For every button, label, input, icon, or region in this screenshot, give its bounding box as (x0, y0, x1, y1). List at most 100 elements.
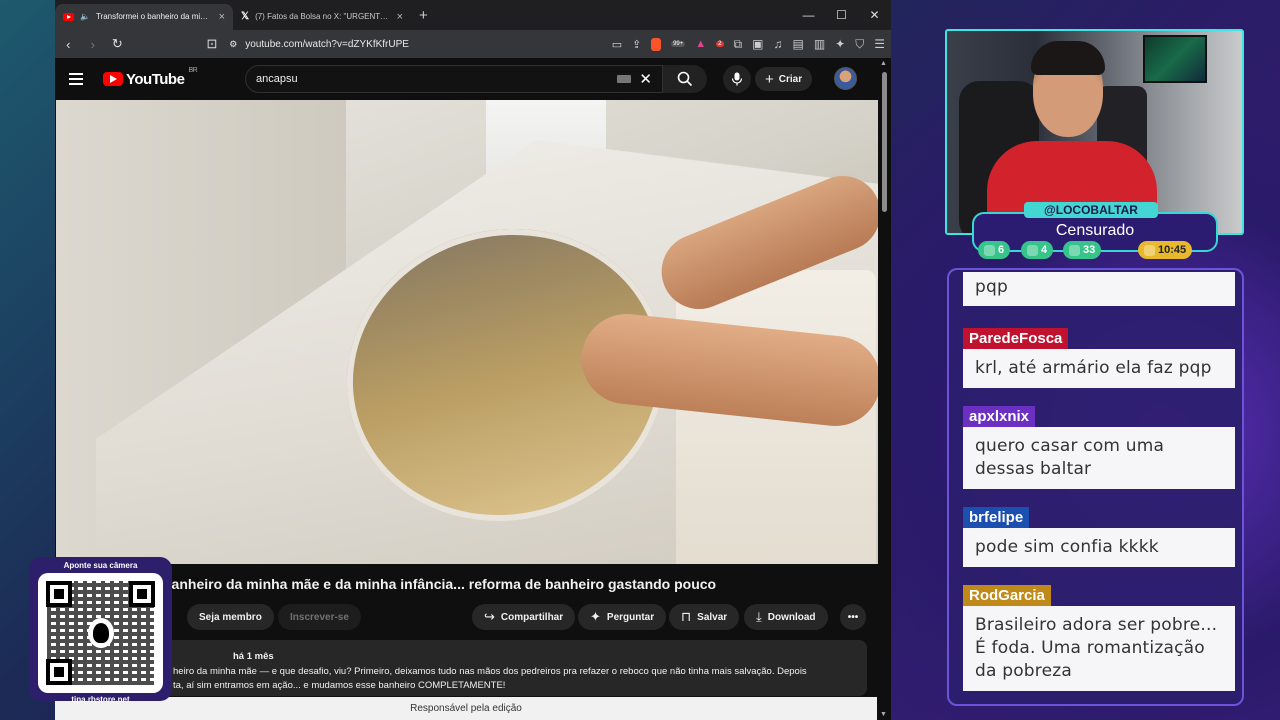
stat-clock: 10:45 (1138, 241, 1193, 259)
ask-label: Perguntar (606, 611, 655, 623)
wallet-icon[interactable]: ▥ (814, 37, 825, 51)
qr-finder (46, 659, 72, 685)
qr-code (38, 573, 163, 693)
search-value: ancapsu (256, 73, 298, 85)
qr-finder (129, 581, 155, 607)
chat-message: ParedeFosca krl, até armário ela faz pqp (963, 328, 1235, 388)
hamburger-menu-icon[interactable] (69, 73, 83, 85)
description-line: heiro da minha mãe — e que desafio, viu?… (173, 666, 807, 677)
menu-icon[interactable]: ☰ (874, 37, 885, 51)
reload-icon[interactable]: ↻ (110, 36, 125, 52)
youtube-logo-text: YouTube (126, 70, 185, 88)
more-actions-button[interactable]: ••• (840, 604, 866, 630)
tab-x[interactable]: 𝕏 (7) Fatos da Bolsa no X: "URGENTE: Aca… (233, 4, 411, 30)
stream-status: Censurado (1055, 222, 1135, 239)
plus-icon: + (765, 70, 774, 88)
youtube-play-icon (103, 72, 123, 86)
create-button[interactable]: + Criar (755, 67, 813, 91)
brave-shields-icon[interactable] (651, 37, 662, 51)
site-settings-icon[interactable]: ⚙ (229, 39, 237, 50)
chat-text: pqp (963, 272, 1235, 306)
close-icon[interactable]: ✕ (858, 0, 891, 30)
forward-icon[interactable]: › (86, 37, 101, 52)
more-icon: ••• (847, 611, 859, 623)
download-button[interactable]: ⤓ Download (744, 604, 828, 630)
stat-value: 10:45 (1158, 244, 1187, 256)
scrollbar-thumb[interactable] (882, 72, 887, 212)
audio-icon[interactable]: 🔈 (80, 12, 90, 21)
search-button[interactable] (663, 65, 707, 93)
search-input[interactable]: ancapsu ✕ (245, 65, 663, 93)
chat-text: quero casar com uma dessas baltar (963, 427, 1235, 489)
save-button[interactable]: ⊓ Salvar (669, 604, 740, 630)
leo-icon[interactable]: ✦ (835, 37, 845, 51)
vpn-icon[interactable]: ⛉ (855, 37, 864, 52)
rewards-icon[interactable]: ▲ (695, 38, 706, 50)
stat-viewers: 33 (1063, 241, 1102, 259)
music-icon[interactable]: ♫ (773, 37, 782, 51)
description-line: ta, aí sim entramos em ação... e mudamos… (173, 680, 506, 691)
create-label: Criar (778, 73, 803, 85)
scroll-up-icon[interactable]: ▲ (880, 60, 887, 67)
share-icon[interactable]: ⇪ (632, 38, 641, 51)
region-label: BR (188, 66, 198, 74)
back-icon[interactable]: ‹ (61, 37, 76, 52)
chat-message: RodGarcia Brasileiro adora ser pobre... … (963, 585, 1235, 691)
scroll-down-icon[interactable]: ▼ (880, 711, 887, 718)
extension-bar: ⧉ ▣ ♫ ▤ ▥ ✦ ⛉ ☰ (734, 37, 885, 52)
stat-value: 33 (1083, 244, 1096, 256)
microphone-icon (731, 72, 743, 86)
stat-chat: 6 (978, 241, 1011, 259)
share-label: Compartilhar (500, 611, 564, 623)
voice-search-button[interactable] (723, 65, 751, 93)
ask-button[interactable]: ✦ Perguntar (578, 604, 667, 630)
qr-finder (46, 581, 72, 607)
clear-search-icon[interactable]: ✕ (639, 70, 652, 88)
bookmark-icon: ⊓ (681, 609, 692, 624)
qr-overlay: Aponte sua câmera tipa.rbstore.net (29, 557, 172, 704)
youtube-logo[interactable]: YouTube BR (103, 67, 198, 88)
scrollbar[interactable]: ▲ ▼ (879, 58, 889, 720)
qr-caption: Aponte sua câmera (63, 561, 138, 570)
video-icon (1027, 244, 1038, 256)
video-player[interactable] (56, 100, 878, 564)
account-avatar[interactable] (834, 67, 857, 90)
qr-url: tipa.rbstore.net (71, 695, 130, 704)
clock-icon (1144, 244, 1155, 256)
cast-icon[interactable]: ▭ (612, 38, 622, 51)
url-text: youtube.com/watch?v=dZYKfKfrUPE (245, 38, 409, 50)
qr-logo-icon (88, 618, 114, 648)
chat-username: brfelipe (963, 507, 1030, 528)
streamer-handle: @LOCOBALTAR (1024, 202, 1158, 218)
chat-message: pqp (963, 272, 1235, 306)
chat-text: pode sim confia kkkk (963, 528, 1235, 567)
url-field[interactable]: ⚙ youtube.com/watch?v=dZYKfKfrUPE (229, 39, 472, 50)
shields-badge: 99+ (671, 41, 686, 47)
maximize-icon[interactable]: ☐ (825, 0, 858, 30)
minimize-icon[interactable]: — (792, 0, 825, 30)
close-tab-icon[interactable]: × (397, 11, 403, 23)
stat-value: 4 (1041, 244, 1048, 256)
video-actions: Seja membro Inscrever-se ↪ Compartilhar … (55, 604, 891, 632)
youtube-icon (63, 12, 74, 21)
bookmark-icon[interactable]: ⊡ (205, 36, 220, 52)
search-icon (677, 71, 693, 87)
sidebar-icon[interactable]: ▤ (792, 37, 803, 51)
tab-label: (7) Fatos da Bolsa no X: "URGENTE: Acabo… (255, 12, 391, 21)
close-tab-icon[interactable]: × (219, 11, 225, 23)
tab-youtube[interactable]: 🔈 Transformei o banheiro da minha mãe e … (55, 3, 233, 30)
screenshot-icon[interactable]: ▣ (752, 37, 763, 51)
share-arrow-icon: ↪ (484, 609, 495, 624)
subscribe-label: Inscrever-se (290, 611, 349, 623)
join-button[interactable]: Seja membro (187, 604, 274, 630)
chat-icon (984, 244, 995, 256)
new-tab-icon[interactable]: + (419, 7, 428, 24)
chat-message: apxlxnix quero casar com uma dessas balt… (963, 406, 1235, 489)
share-button[interactable]: ↪ Compartilhar (472, 604, 576, 630)
browser-window: 🔈 Transformei o banheiro da minha mãe e … (55, 0, 891, 720)
extensions-icon[interactable]: ⧉ (734, 37, 743, 52)
keyboard-icon[interactable] (617, 75, 632, 83)
video-description[interactable]: há 1 mês heiro da minha mãe — e que desa… (155, 640, 867, 696)
subscribe-button[interactable]: Inscrever-se (278, 604, 361, 630)
rewards-badge: 2 (716, 41, 724, 47)
